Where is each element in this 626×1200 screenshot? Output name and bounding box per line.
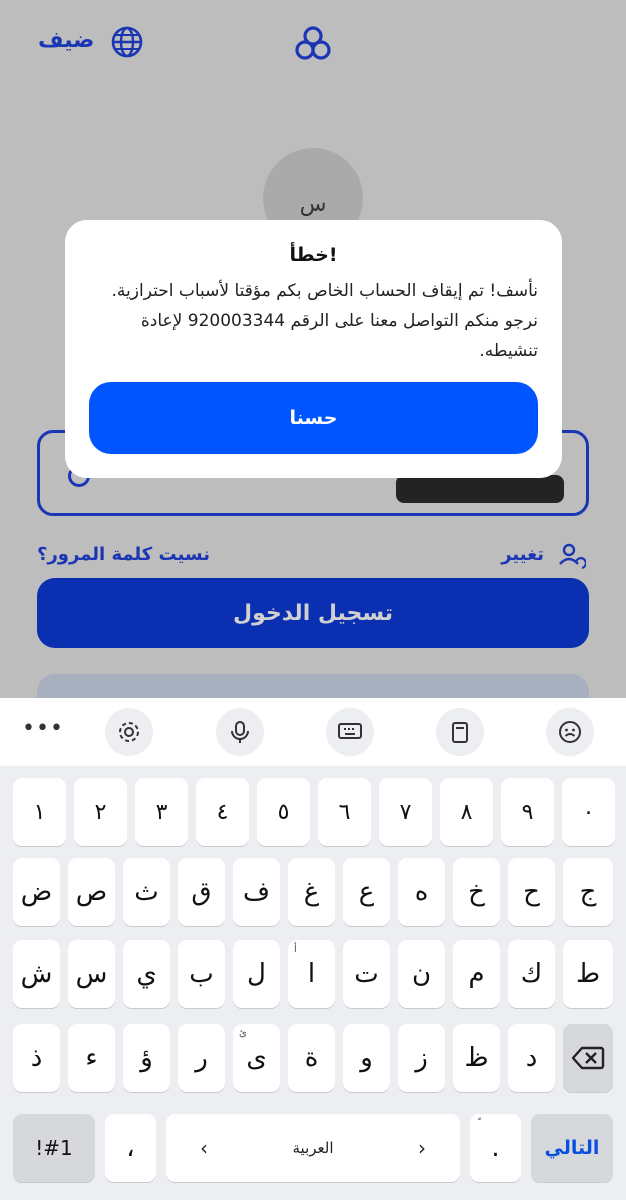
key[interactable]: ٩ bbox=[501, 778, 554, 846]
key[interactable]: ؤ bbox=[123, 1024, 170, 1092]
keyboard-toolbar: ••• bbox=[0, 698, 626, 766]
key[interactable]: ت bbox=[343, 940, 390, 1008]
key[interactable]: ز bbox=[398, 1024, 445, 1092]
key[interactable]: م bbox=[453, 940, 500, 1008]
key[interactable]: ط bbox=[563, 940, 613, 1008]
key[interactable]: س bbox=[68, 940, 115, 1008]
key[interactable]: ب bbox=[178, 940, 225, 1008]
key[interactable]: ج bbox=[563, 858, 613, 926]
key[interactable]: ح bbox=[508, 858, 555, 926]
login-button[interactable]: تسجيل الدخول bbox=[37, 578, 589, 648]
mic-icon[interactable] bbox=[216, 708, 264, 756]
key[interactable]: ف bbox=[233, 858, 280, 926]
space-label: العربية bbox=[292, 1139, 334, 1157]
key[interactable]: ٢ bbox=[74, 778, 127, 846]
app-logo-icon bbox=[295, 26, 331, 60]
key[interactable]: غ bbox=[288, 858, 335, 926]
key[interactable]: خ bbox=[453, 858, 500, 926]
login-button-label: تسجيل الدخول bbox=[232, 600, 394, 626]
key[interactable]: ن bbox=[398, 940, 445, 1008]
more-icon[interactable]: ••• bbox=[22, 716, 64, 741]
key[interactable]: ة bbox=[288, 1024, 335, 1092]
error-dialog: خطأ! نأسف! تم إيقاف الحساب الخاص بكم مؤق… bbox=[65, 220, 562, 478]
key[interactable]: أ ا bbox=[288, 940, 335, 1008]
key[interactable]: د bbox=[508, 1024, 555, 1092]
key[interactable]: ك bbox=[508, 940, 555, 1008]
chevron-right-icon: › bbox=[418, 1136, 426, 1160]
key-label: ى bbox=[246, 1043, 267, 1073]
backspace-icon bbox=[571, 1046, 605, 1070]
key[interactable]: ي bbox=[123, 940, 170, 1008]
key[interactable]: ٠ bbox=[562, 778, 615, 846]
key[interactable]: ٦ bbox=[318, 778, 371, 846]
globe-icon[interactable] bbox=[110, 25, 144, 59]
key[interactable]: ل bbox=[233, 940, 280, 1008]
ok-button[interactable]: حسنا bbox=[89, 382, 538, 454]
key[interactable]: و bbox=[343, 1024, 390, 1092]
key[interactable]: ء bbox=[68, 1024, 115, 1092]
key[interactable]: ص bbox=[68, 858, 115, 926]
key-label: . bbox=[491, 1133, 500, 1163]
backspace-key[interactable] bbox=[563, 1024, 613, 1092]
emoji-icon[interactable] bbox=[546, 708, 594, 756]
key[interactable]: ٥ bbox=[257, 778, 310, 846]
key[interactable]: ث bbox=[123, 858, 170, 926]
key[interactable]: ذ bbox=[13, 1024, 60, 1092]
key[interactable]: ٤ bbox=[196, 778, 249, 846]
keyboard-icon[interactable] bbox=[326, 708, 374, 756]
redacted-value bbox=[396, 475, 564, 503]
comma-key[interactable]: ، bbox=[105, 1114, 156, 1182]
key[interactable]: ظ bbox=[453, 1024, 500, 1092]
keyboard: ١ ٢ ٣ ٤ ٥ ٦ ٧ ٨ ٩ ٠ ض ص ث ق ف غ ع ه خ ح … bbox=[0, 766, 626, 1200]
next-key[interactable]: التالي bbox=[531, 1114, 613, 1182]
key[interactable]: ض bbox=[13, 858, 60, 926]
key[interactable]: ئ ى bbox=[233, 1024, 280, 1092]
key[interactable]: ش bbox=[13, 940, 60, 1008]
forgot-password-link[interactable]: نسيت كلمة المرور؟ bbox=[37, 544, 210, 565]
symbols-key[interactable]: !#1 bbox=[13, 1114, 95, 1182]
clipboard-icon[interactable] bbox=[436, 708, 484, 756]
key-hint: أ bbox=[294, 944, 297, 955]
key-label: ا bbox=[307, 959, 316, 989]
dialog-message: نأسف! تم إيقاف الحساب الخاص بكم مؤقتا لأ… bbox=[111, 281, 538, 361]
key[interactable]: ٣ bbox=[135, 778, 188, 846]
dialog-title: خطأ! bbox=[289, 244, 338, 266]
period-key[interactable]: ّ . bbox=[470, 1114, 521, 1182]
secondary-button[interactable] bbox=[37, 674, 589, 698]
change-link[interactable]: تغيير bbox=[501, 544, 544, 565]
ok-button-label: حسنا bbox=[289, 407, 338, 429]
guest-link[interactable]: ضيف bbox=[38, 28, 94, 53]
key-hint: ئ bbox=[239, 1028, 247, 1039]
key[interactable]: ع bbox=[343, 858, 390, 926]
settings-icon[interactable] bbox=[105, 708, 153, 756]
key[interactable]: ر bbox=[178, 1024, 225, 1092]
key[interactable]: ه bbox=[398, 858, 445, 926]
avatar-letter: س bbox=[299, 192, 327, 217]
key[interactable]: ١ bbox=[13, 778, 66, 846]
key[interactable]: ٨ bbox=[440, 778, 493, 846]
chevron-left-icon: ‹ bbox=[200, 1136, 208, 1160]
space-key[interactable]: ‹ العربية › bbox=[166, 1114, 460, 1182]
key[interactable]: ٧ bbox=[379, 778, 432, 846]
key[interactable]: ق bbox=[178, 858, 225, 926]
switch-user-icon[interactable] bbox=[556, 542, 586, 572]
